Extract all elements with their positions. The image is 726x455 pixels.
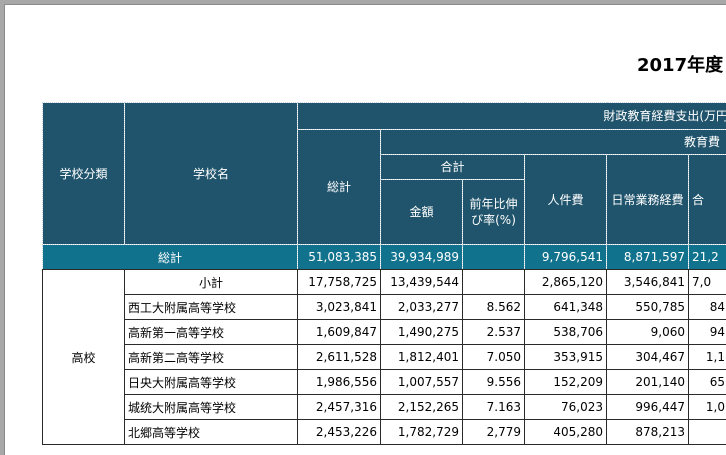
- row-amount: 2,152,265: [381, 395, 463, 420]
- row-next: 1,0: [689, 395, 726, 420]
- row-daily-ops: 550,785: [607, 295, 689, 320]
- row-growth: 7.163: [463, 395, 525, 420]
- row-daily-ops: 996,447: [607, 395, 689, 420]
- row-total: 2,611,528: [298, 345, 381, 370]
- row-growth: 7.050: [463, 345, 525, 370]
- grand-total-amount: 39,934,989: [381, 245, 463, 270]
- table-row: 高新第二高等学校 2,611,528 1,812,401 7.050 353,9…: [43, 345, 726, 370]
- header-growth-rate: 前年比伸び率(%): [463, 180, 525, 245]
- row-total: 1,609,847: [298, 320, 381, 345]
- report-page: 2017年度 学校分類 学校名 財政教育経費支出(万円 総計 教育費 合計: [4, 4, 726, 455]
- row-school-name: 小計: [125, 270, 298, 295]
- grand-total-personnel: 9,796,541: [525, 245, 607, 270]
- row-personnel: 76,023: [525, 395, 607, 420]
- header-school-name: 学校名: [125, 103, 298, 245]
- grand-total-growth: [463, 245, 525, 270]
- row-school-name: 日央大附属高等学校: [125, 370, 298, 395]
- header-subtotal-group: 合計: [381, 155, 525, 180]
- row-personnel: 152,209: [525, 370, 607, 395]
- header-total: 総計: [298, 130, 381, 245]
- row-school-name: 城统大附属高等学校: [125, 395, 298, 420]
- table-row: 西工大附属高等学校 3,023,841 2,033,277 8.562 641,…: [43, 295, 726, 320]
- row-school-name: 西工大附属高等学校: [125, 295, 298, 320]
- row-amount: 1,782,729: [381, 420, 463, 445]
- header-next-partial: 合: [689, 155, 726, 245]
- row-school-name: 北郷高等学校: [125, 420, 298, 445]
- row-daily-ops: 9,060: [607, 320, 689, 345]
- header-daily-ops: 日常業務経費: [607, 155, 689, 245]
- expenditure-table: 学校分類 学校名 財政教育経費支出(万円 総計 教育費 合計 人件費 日常業務経…: [42, 102, 726, 445]
- row-personnel: 641,348: [525, 295, 607, 320]
- grand-total-next: 21,2: [689, 245, 726, 270]
- row-total: 1,986,556: [298, 370, 381, 395]
- table-row: 高校 小計 17,758,725 13,439,544 2,865,120 3,…: [43, 270, 726, 295]
- row-next: 84: [689, 295, 726, 320]
- table-row: 北郷高等学校 2,453,226 1,782,729 2,779 405,280…: [43, 420, 726, 445]
- row-daily-ops: 304,467: [607, 345, 689, 370]
- row-personnel: 2,865,120: [525, 270, 607, 295]
- row-next: [689, 420, 726, 445]
- row-daily-ops: 201,140: [607, 370, 689, 395]
- header-fiscal-group: 財政教育経費支出(万円: [298, 103, 726, 130]
- row-daily-ops: 3,546,841: [607, 270, 689, 295]
- group-label: 高校: [43, 270, 125, 445]
- row-school-name: 高新第一高等学校: [125, 320, 298, 345]
- row-personnel: 538,706: [525, 320, 607, 345]
- grand-total-total: 51,083,385: [298, 245, 381, 270]
- grand-total-row: 総計 51,083,385 39,934,989 9,796,541 8,871…: [43, 245, 726, 270]
- row-next: 7,0: [689, 270, 726, 295]
- row-total: 2,457,316: [298, 395, 381, 420]
- table-row: 日央大附属高等学校 1,986,556 1,007,557 9.556 152,…: [43, 370, 726, 395]
- header-education-costs: 教育費: [381, 130, 726, 155]
- row-growth: 8.562: [463, 295, 525, 320]
- header-personnel: 人件費: [525, 155, 607, 245]
- row-growth: 2,779: [463, 420, 525, 445]
- row-school-name: 高新第二高等学校: [125, 345, 298, 370]
- report-title: 2017年度: [637, 51, 723, 77]
- row-growth: [463, 270, 525, 295]
- row-total: 2,453,226: [298, 420, 381, 445]
- grand-total-label: 総計: [43, 245, 298, 270]
- row-amount: 13,439,544: [381, 270, 463, 295]
- row-amount: 1,812,401: [381, 345, 463, 370]
- row-daily-ops: 878,213: [607, 420, 689, 445]
- row-amount: 1,007,557: [381, 370, 463, 395]
- row-personnel: 353,915: [525, 345, 607, 370]
- row-amount: 2,033,277: [381, 295, 463, 320]
- row-next: 65: [689, 370, 726, 395]
- table-row: 城统大附属高等学校 2,457,316 2,152,265 7.163 76,0…: [43, 395, 726, 420]
- row-total: 17,758,725: [298, 270, 381, 295]
- row-growth: 2.537: [463, 320, 525, 345]
- header-amount: 金額: [381, 180, 463, 245]
- row-next: 94: [689, 320, 726, 345]
- row-total: 3,023,841: [298, 295, 381, 320]
- table-row: 高新第一高等学校 1,609,847 1,490,275 2.537 538,7…: [43, 320, 726, 345]
- row-growth: 9.556: [463, 370, 525, 395]
- row-next: 1,1: [689, 345, 726, 370]
- header-category: 学校分類: [43, 103, 125, 245]
- row-personnel: 405,280: [525, 420, 607, 445]
- row-amount: 1,490,275: [381, 320, 463, 345]
- grand-total-daily-ops: 8,871,597: [607, 245, 689, 270]
